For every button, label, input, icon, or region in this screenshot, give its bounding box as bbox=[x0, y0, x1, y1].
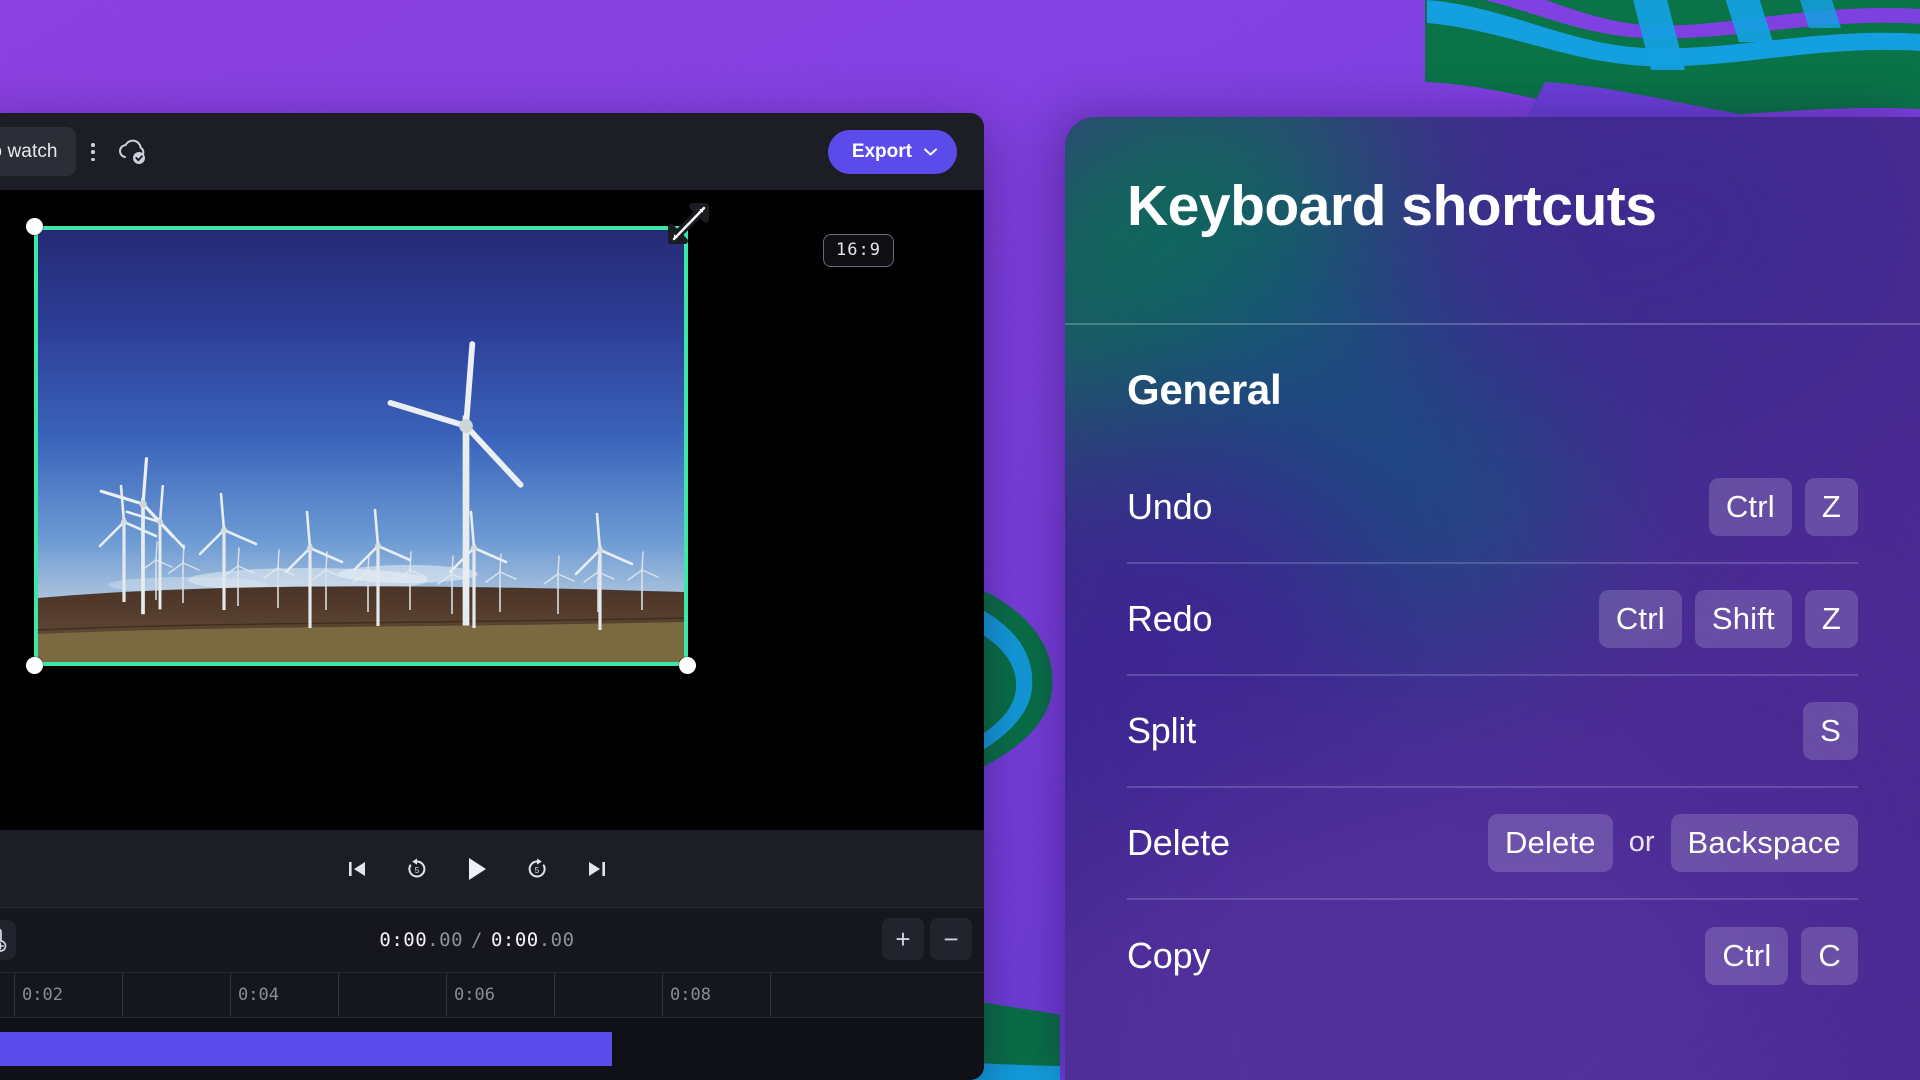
playback-controls: 5 5 bbox=[0, 830, 984, 908]
shortcut-key: S bbox=[1803, 701, 1858, 760]
shortcut-action-label: Undo bbox=[1127, 485, 1213, 527]
keyboard-shortcuts-panel: Keyboard shortcuts General Undo Ctrl Z Redo… bbox=[1065, 117, 1920, 1080]
aspect-ratio-badge[interactable]: 16:9 bbox=[823, 234, 894, 267]
shortcut-row: Split S bbox=[1127, 676, 1858, 788]
resize-handle-top-left[interactable] bbox=[26, 218, 43, 235]
shortcut-keys: S bbox=[1803, 701, 1858, 760]
ruler-tick bbox=[14, 973, 15, 1017]
timeline-zoom-controls: + − bbox=[882, 918, 972, 960]
selected-clip[interactable] bbox=[26, 203, 709, 674]
ruler-tick bbox=[446, 973, 447, 1017]
ruler-tick-minor bbox=[338, 973, 339, 1017]
cloud-saved-button[interactable] bbox=[115, 137, 151, 167]
shortcut-key: C bbox=[1801, 926, 1858, 985]
shortcut-row: Undo Ctrl Z bbox=[1127, 452, 1858, 564]
play-button[interactable] bbox=[462, 854, 492, 884]
skip-start-icon bbox=[349, 861, 365, 876]
forward-5s-button[interactable]: 5 bbox=[522, 854, 552, 884]
shortcut-key: Ctrl bbox=[1598, 589, 1682, 648]
export-label: Export bbox=[851, 141, 912, 162]
shortcut-key-joiner: or bbox=[1628, 826, 1655, 859]
shortcut-key: Z bbox=[1804, 589, 1858, 648]
forward-seconds-label: 5 bbox=[535, 866, 540, 875]
shortcut-action-label: Redo bbox=[1127, 597, 1213, 639]
zoom-in-label: + bbox=[895, 924, 911, 954]
panel-title: Keyboard shortcuts bbox=[1127, 174, 1657, 238]
ruler-tick-minor bbox=[770, 973, 771, 1017]
current-time-frac: .00 bbox=[427, 929, 464, 951]
shortcut-list: Undo Ctrl Z Redo Ctrl Shift Z Split S Delete Delet… bbox=[1127, 452, 1858, 1012]
ruler-tick-label: 0:08 bbox=[670, 985, 711, 1005]
total-time-frac: .00 bbox=[538, 929, 575, 951]
panel-content: Keyboard shortcuts General Undo Ctrl Z Redo… bbox=[1065, 117, 1920, 1080]
shortcut-keys: Ctrl C bbox=[1705, 926, 1858, 985]
video-editor-window: e to watch Export bbox=[0, 113, 984, 1080]
cloud-saved-icon bbox=[119, 139, 145, 164]
current-time-main: 0:00 bbox=[379, 929, 428, 951]
play-icon bbox=[469, 857, 486, 880]
skip-to-start-button[interactable] bbox=[342, 854, 372, 884]
timeline-ruler[interactable]: 0:02 0:04 0:06 0:08 bbox=[0, 972, 984, 1018]
ruler-tick-label: 0:02 bbox=[22, 985, 63, 1005]
editor-topbar: e to watch Export bbox=[0, 113, 984, 190]
shortcut-row: Delete Delete or Backspace bbox=[1127, 788, 1858, 900]
shortcut-action-label: Split bbox=[1127, 709, 1197, 751]
ruler-tick bbox=[662, 973, 663, 1017]
preview-stage[interactable]: 16:9 bbox=[0, 190, 984, 830]
rewind-seconds-label: 5 bbox=[415, 866, 420, 875]
watch-status-label: e to watch bbox=[0, 140, 58, 162]
resize-handle-bottom-left[interactable] bbox=[26, 657, 43, 674]
skip-end-icon bbox=[589, 861, 605, 876]
resize-handle-bottom-right[interactable] bbox=[679, 657, 696, 674]
shortcut-row: Copy Ctrl C bbox=[1127, 900, 1858, 1012]
shortcut-key: Ctrl bbox=[1705, 926, 1789, 985]
shortcut-key: Delete bbox=[1487, 813, 1613, 872]
shortcut-keys: Ctrl Shift Z bbox=[1598, 589, 1858, 648]
shortcut-keys: Ctrl Z bbox=[1708, 477, 1858, 536]
overlay-track[interactable] bbox=[0, 1032, 612, 1066]
ruler-tick-minor bbox=[554, 973, 555, 1017]
shortcut-action-label: Copy bbox=[1127, 934, 1211, 976]
timeline-tracks[interactable] bbox=[0, 1018, 984, 1080]
section-title-general: General bbox=[1127, 365, 1282, 413]
shortcut-key: Backspace bbox=[1670, 813, 1858, 872]
zoom-out-button[interactable]: − bbox=[930, 918, 972, 960]
shortcut-row: Redo Ctrl Shift Z bbox=[1127, 564, 1858, 676]
kebab-menu-icon bbox=[91, 143, 95, 147]
shortcut-keys: Delete or Backspace bbox=[1487, 813, 1858, 872]
rewind-5s-button[interactable]: 5 bbox=[402, 854, 432, 884]
more-options-button[interactable] bbox=[80, 139, 106, 165]
timeline-toolbar: 0:00.00/0:00.00 + − bbox=[0, 908, 984, 972]
zoom-out-label: − bbox=[943, 924, 959, 954]
clip-selection-border bbox=[34, 226, 688, 666]
timecode-display: 0:00.00/0:00.00 bbox=[0, 929, 984, 951]
shortcut-key: Shift bbox=[1694, 589, 1792, 648]
total-time-main: 0:00 bbox=[490, 929, 539, 951]
rewind-5-icon: 5 bbox=[408, 858, 426, 877]
forward-5-icon: 5 bbox=[528, 858, 546, 877]
panel-header-divider bbox=[1065, 323, 1920, 325]
chevron-down-icon bbox=[924, 148, 937, 156]
shortcut-key: Z bbox=[1804, 477, 1858, 536]
screen-root: e to watch Export bbox=[0, 0, 1920, 1080]
ruler-tick-label: 0:04 bbox=[238, 985, 279, 1005]
kebab-menu-icon bbox=[91, 150, 95, 154]
resize-diagonal-icon bbox=[668, 203, 709, 244]
ruler-tick-label: 0:06 bbox=[454, 985, 495, 1005]
shortcut-key: Ctrl bbox=[1708, 477, 1792, 536]
ruler-tick-minor bbox=[122, 973, 123, 1017]
shortcut-action-label: Delete bbox=[1127, 821, 1230, 863]
timecode-separator: / bbox=[471, 929, 483, 951]
export-button[interactable]: Export bbox=[827, 130, 957, 174]
ruler-tick bbox=[230, 973, 231, 1017]
zoom-in-button[interactable]: + bbox=[882, 918, 924, 960]
kebab-menu-icon bbox=[91, 157, 95, 161]
skip-to-end-button[interactable] bbox=[582, 854, 612, 884]
watch-status-chip[interactable]: e to watch bbox=[0, 127, 76, 176]
